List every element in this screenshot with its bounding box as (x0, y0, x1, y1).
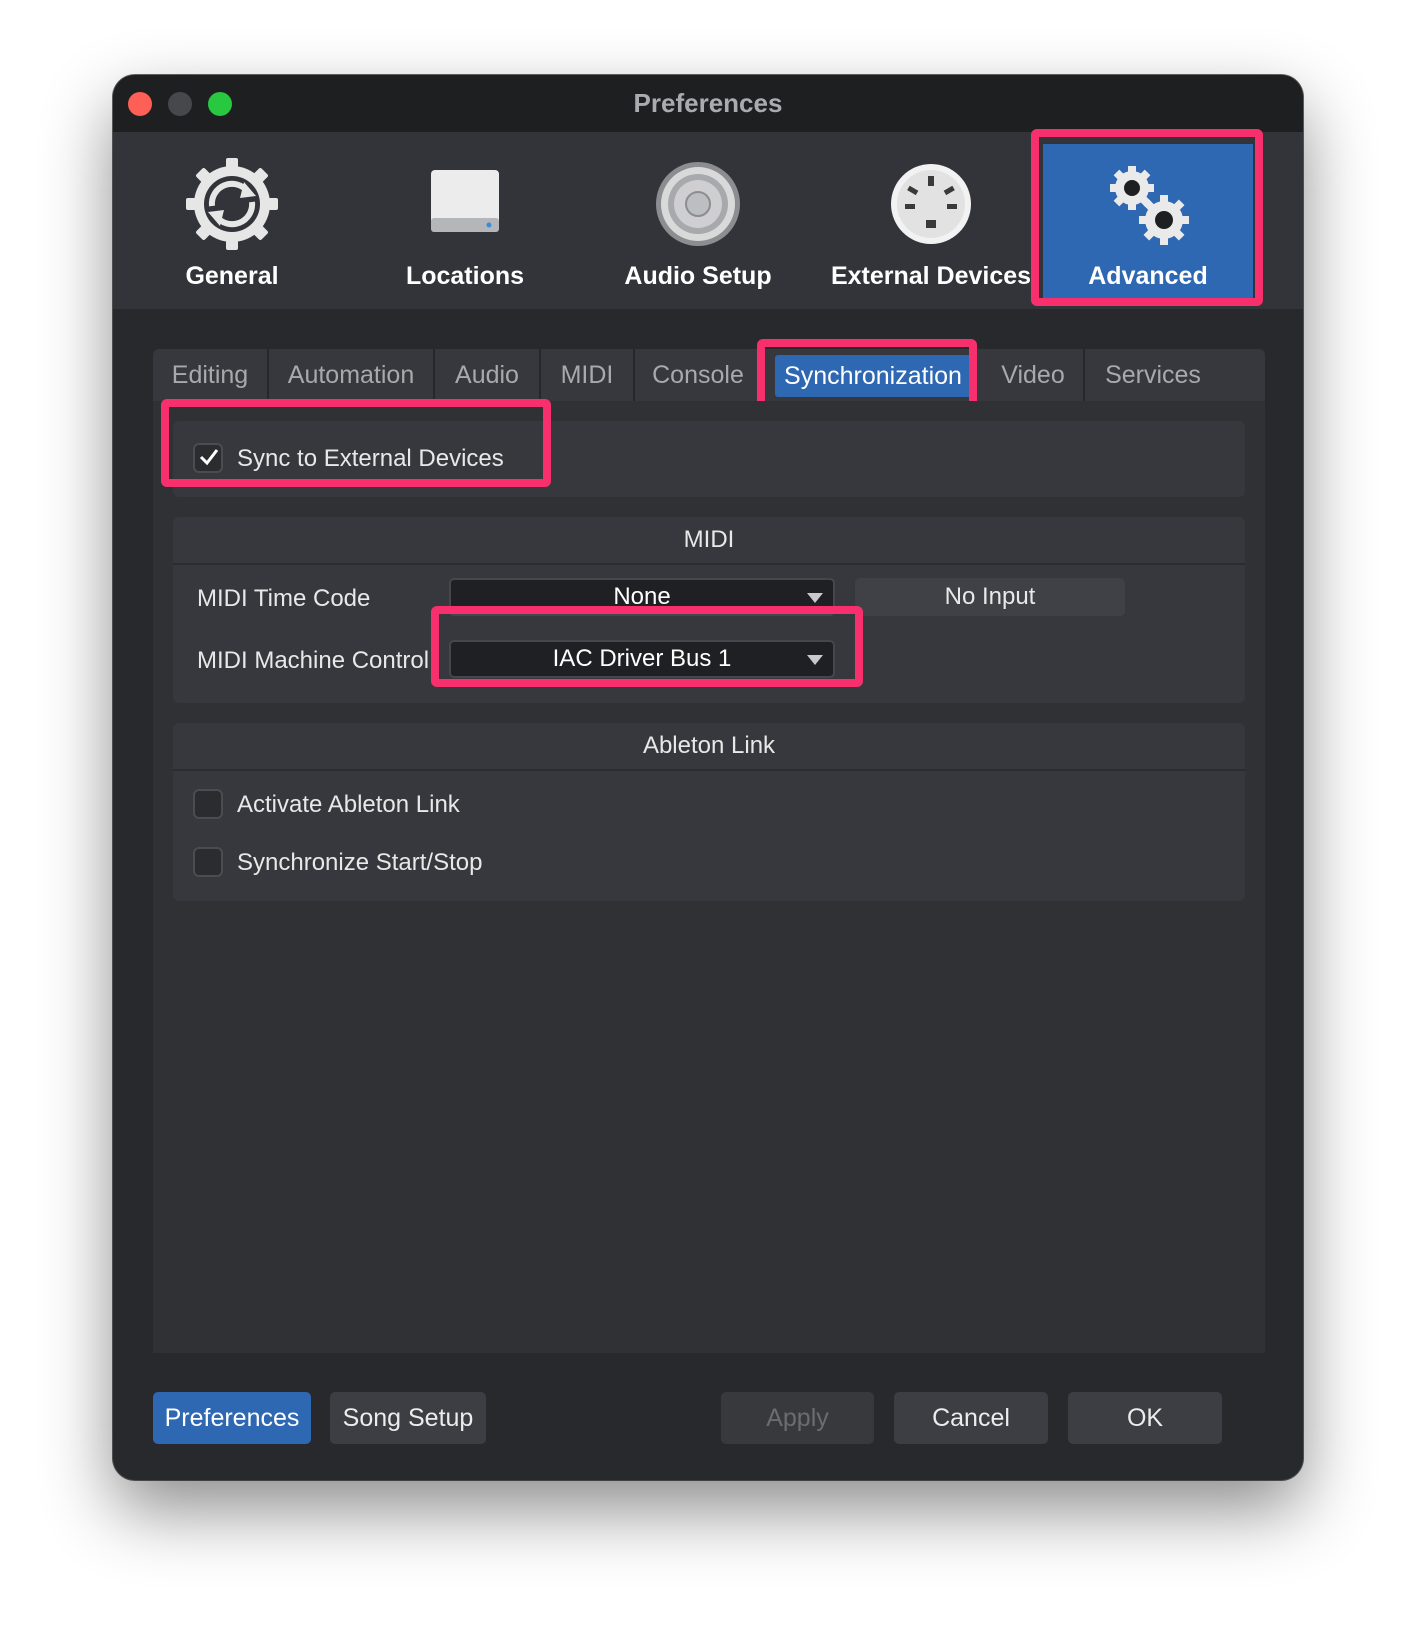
activate-ableton-link-checkbox[interactable] (193, 789, 223, 819)
ableton-link-section: Ableton Link Activate Ableton Link Synch… (173, 723, 1245, 901)
ok-button[interactable]: OK (1068, 1392, 1222, 1444)
midi-machine-control-dropdown[interactable]: IAC Driver Bus 1 (449, 640, 835, 678)
song-setup-button[interactable]: Song Setup (330, 1392, 486, 1444)
tab-audio[interactable]: Audio (435, 349, 541, 401)
midi-section-title: MIDI (173, 517, 1245, 565)
midi-time-code-status: No Input (855, 578, 1125, 616)
preferences-window: Preferences General Locations Audio Setu… (113, 75, 1303, 1480)
tab-services[interactable]: Services (1085, 349, 1221, 401)
window-title: Preferences (633, 88, 783, 118)
toolbar-item-audio-setup[interactable]: Audio Setup (579, 132, 817, 309)
tab-automation[interactable]: Automation (269, 349, 435, 401)
cancel-button[interactable]: Cancel (894, 1392, 1048, 1444)
toolbar-item-advanced[interactable]: Advanced (1043, 144, 1253, 299)
tab-video[interactable]: Video (983, 349, 1085, 401)
toolbar-item-general[interactable]: General (113, 132, 351, 309)
toolbar-item-locations[interactable]: Locations (346, 132, 584, 309)
sync-external-devices-checkbox[interactable] (193, 443, 223, 473)
midi-machine-control-value: IAC Driver Bus 1 (552, 645, 732, 672)
sync-section: Sync to External Devices (173, 421, 1245, 497)
tab-midi[interactable]: MIDI (541, 349, 635, 401)
tab-synchronization[interactable]: Synchronization (775, 355, 971, 397)
general-gear-sync-icon (186, 158, 278, 250)
tab-console[interactable]: Console (635, 349, 763, 401)
synchronize-start-stop-checkbox[interactable] (193, 847, 223, 877)
checkmark-icon (199, 449, 219, 466)
activate-ableton-link-label: Activate Ableton Link (237, 791, 460, 818)
midi-section: MIDI MIDI Time Code None No Input MIDI M… (173, 517, 1245, 703)
speaker-icon (656, 162, 740, 246)
midi-time-code-dropdown[interactable]: None (449, 578, 835, 616)
tab-editing[interactable]: Editing (153, 349, 269, 401)
midi-time-code-label: MIDI Time Code (197, 585, 371, 612)
midi-machine-control-label: MIDI Machine Control (197, 647, 430, 674)
midi-time-code-value: None (613, 583, 671, 610)
synchronization-panel: Sync to External Devices MIDI MIDI Time … (153, 401, 1265, 1353)
drive-icon (431, 170, 499, 232)
chevron-down-icon (807, 655, 823, 665)
preferences-button[interactable]: Preferences (153, 1392, 311, 1444)
chevron-down-icon (807, 593, 823, 603)
sync-external-devices-label: Sync to External Devices (237, 445, 504, 472)
synchronize-start-stop-label: Synchronize Start/Stop (237, 849, 483, 876)
title-bar: Preferences (113, 75, 1303, 132)
category-tabs: Editing Automation Audio MIDI Console Sy… (153, 349, 1265, 401)
apply-button[interactable]: Apply (721, 1392, 874, 1444)
toolbar-item-external-devices[interactable]: External Devices (812, 132, 1050, 309)
gears-icon (1110, 166, 1189, 245)
preferences-toolbar: General Locations Audio Setup External D… (113, 132, 1303, 309)
midi-port-icon (891, 164, 971, 244)
ableton-link-section-title: Ableton Link (173, 723, 1245, 771)
